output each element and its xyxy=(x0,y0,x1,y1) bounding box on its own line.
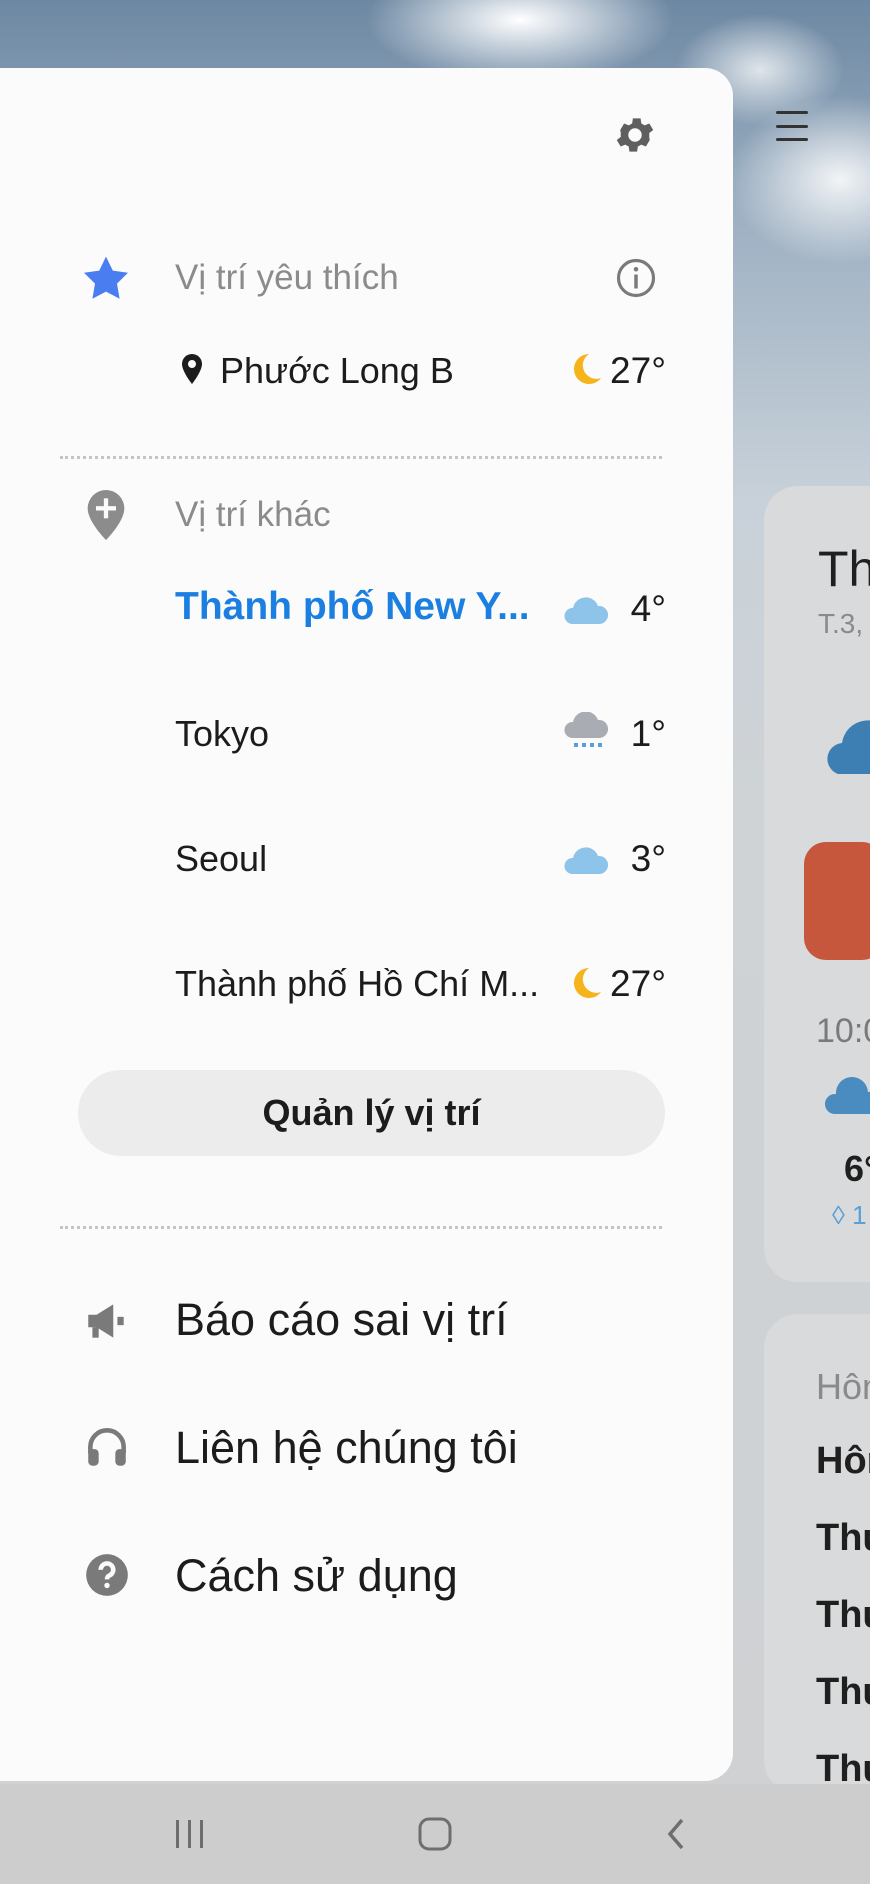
cloud-icon xyxy=(827,720,870,774)
navigation-bar xyxy=(0,1784,870,1884)
location-temp: 3° xyxy=(630,838,666,879)
menu-item-label: Cách sử dụng xyxy=(175,1550,458,1601)
location-name: Tokyo xyxy=(175,713,270,754)
headset-icon xyxy=(88,1428,126,1466)
forecast-header: Hôm xyxy=(816,1366,870,1407)
star-icon xyxy=(84,256,128,299)
manage-locations-button[interactable]: Quản lý vị trí xyxy=(78,1070,665,1156)
info-icon[interactable] xyxy=(615,257,657,299)
card-date: T.3, xyxy=(818,608,864,639)
location-drawer xyxy=(0,68,733,1781)
location-name: Thành phố New Y... xyxy=(175,585,530,628)
home-button[interactable] xyxy=(375,1784,495,1884)
menu-icon[interactable] xyxy=(776,111,808,141)
menu-item-label: Báo cáo sai vị trí xyxy=(175,1294,508,1345)
location-pin-icon xyxy=(182,354,202,384)
other-locations-label: Vị trí khác xyxy=(175,495,331,534)
recent-apps-icon xyxy=(176,1820,203,1848)
forecast-row: Thứ xyxy=(816,1517,870,1559)
add-location-icon xyxy=(87,490,125,540)
favorites-label: Vị trí yêu thích xyxy=(175,258,399,297)
menu-item-label: Liên hệ chúng tôi xyxy=(175,1422,518,1473)
divider xyxy=(60,456,662,459)
hourly-precip: ◊ 1 xyxy=(832,1200,867,1230)
forecast-row: Thứ xyxy=(816,1671,870,1713)
location-temp: 1° xyxy=(630,713,666,754)
alert-banner[interactable] xyxy=(804,842,870,960)
location-temp: 4° xyxy=(630,588,666,629)
cloud-icon xyxy=(825,1077,870,1114)
hourly-time: 10:0 xyxy=(816,1012,870,1050)
help-icon xyxy=(86,1554,128,1596)
favorite-location-name: Phước Long B xyxy=(220,350,454,391)
back-button[interactable] xyxy=(618,1784,738,1884)
card-title: Th xyxy=(818,541,870,597)
divider xyxy=(60,1226,662,1229)
forecast-row: Thứ xyxy=(816,1594,870,1636)
forecast-row: Thứ xyxy=(816,1748,870,1782)
home-icon xyxy=(418,1817,452,1851)
favorite-location-temp: 27° xyxy=(610,350,666,391)
settings-gear-icon[interactable] xyxy=(612,112,658,158)
location-temp: 27° xyxy=(610,963,666,1004)
location-name: Thành phố Hồ Chí M... xyxy=(175,963,540,1004)
precip-value: 1 xyxy=(852,1200,867,1230)
hourly-temp: 6° xyxy=(844,1148,870,1189)
forecast-row: Hôm xyxy=(816,1440,870,1482)
back-icon xyxy=(667,1818,684,1850)
megaphone-icon xyxy=(88,1304,124,1338)
recent-apps-button[interactable] xyxy=(130,1784,250,1884)
location-name: Seoul xyxy=(175,838,268,879)
